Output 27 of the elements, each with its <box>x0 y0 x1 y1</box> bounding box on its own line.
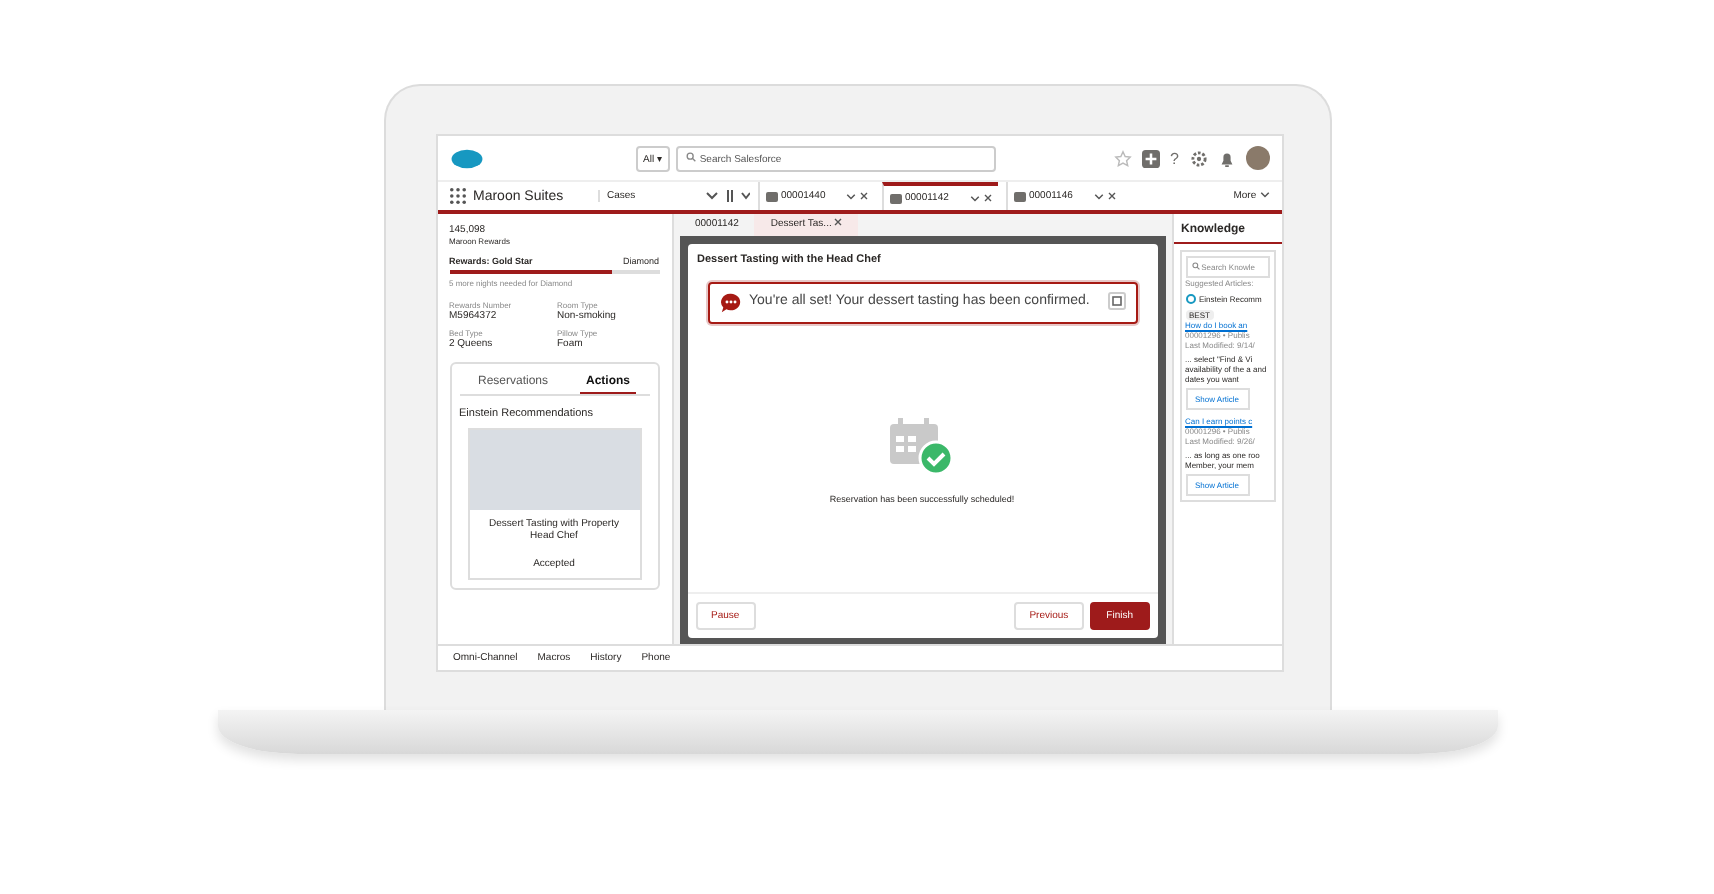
radio-icon <box>1185 294 1195 304</box>
copy-icon[interactable] <box>1107 292 1125 310</box>
avatar[interactable] <box>1245 146 1269 170</box>
app-launcher-icon[interactable] <box>449 188 465 204</box>
close-icon[interactable] <box>834 218 843 226</box>
chevron-down-icon[interactable] <box>1259 192 1269 198</box>
case-icon <box>765 191 777 201</box>
calendar-check-icon <box>888 418 956 478</box>
case-icon <box>889 193 901 203</box>
chevron-down-icon[interactable] <box>705 192 717 200</box>
help-icon[interactable]: ? <box>1170 149 1179 167</box>
search-icon <box>1191 262 1199 270</box>
chevron-down-icon[interactable] <box>1093 193 1103 199</box>
cloud-logo-icon <box>449 147 483 169</box>
star-icon[interactable] <box>1114 149 1133 167</box>
chevron-down-icon[interactable] <box>845 193 855 199</box>
split-view-icon[interactable] <box>725 190 749 202</box>
chat-icon <box>719 292 741 314</box>
add-icon[interactable] <box>1142 149 1161 167</box>
settings-icon[interactable] <box>1189 149 1207 167</box>
close-icon[interactable] <box>1107 192 1115 200</box>
case-icon <box>1013 191 1025 201</box>
bell-icon[interactable] <box>1217 149 1235 167</box>
close-icon[interactable] <box>983 194 991 202</box>
close-icon[interactable] <box>859 192 867 200</box>
search-icon <box>686 151 697 161</box>
chevron-down-icon[interactable] <box>969 195 979 201</box>
